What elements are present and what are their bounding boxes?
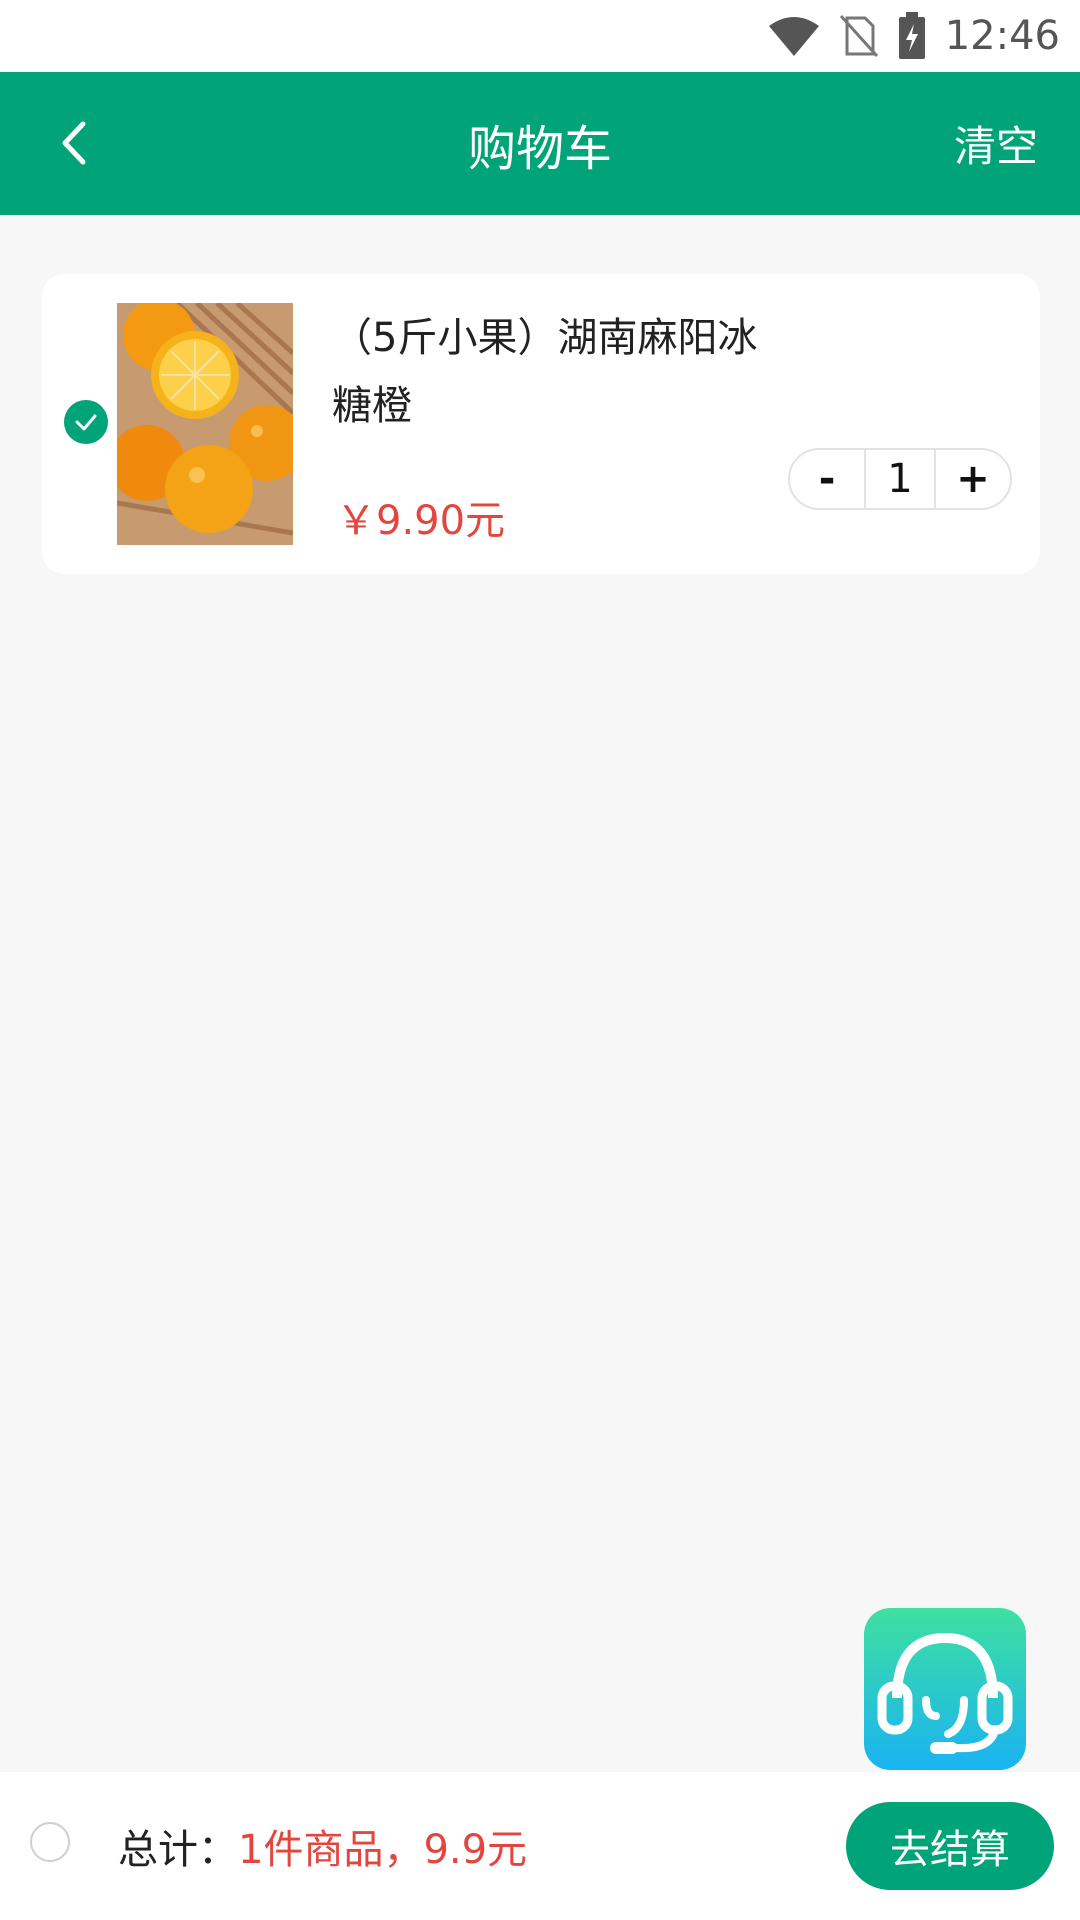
customer-service-icon (864, 1608, 1026, 1770)
quantity-value[interactable]: 1 (864, 450, 936, 508)
customer-service-button[interactable] (864, 1608, 1026, 1770)
clear-cart-button[interactable]: 清空 (954, 72, 1038, 215)
status-icons: 12:46 (767, 0, 1060, 72)
quantity-stepper: - 1 + (788, 448, 1012, 510)
status-time: 12:46 (944, 13, 1060, 59)
select-all-checkbox[interactable] (30, 1822, 70, 1862)
back-arrow-icon (62, 121, 86, 165)
product-name[interactable]: （5斤小果）湖南麻阳冰糖橙 (332, 304, 792, 440)
page-title: 购物车 (467, 120, 612, 177)
app-header: 购物车 清空 (0, 72, 1080, 215)
check-icon (75, 414, 97, 431)
battery-charging-icon (898, 12, 925, 59)
bottom-checkout-bar: 总计： 1件商品，9.9元 去结算 (0, 1772, 1080, 1920)
status-bar: 12:46 (0, 0, 1080, 72)
back-button[interactable] (40, 108, 110, 178)
item-select-checkbox[interactable] (64, 400, 108, 444)
product-price: ￥9.90元 (336, 498, 506, 544)
decrease-quantity-button[interactable]: - (790, 450, 864, 508)
checkout-button[interactable]: 去结算 (846, 1802, 1054, 1890)
increase-quantity-button[interactable]: + (936, 450, 1010, 508)
no-sim-icon (839, 14, 878, 58)
total-value: 1件商品，9.9元 (238, 1827, 528, 1873)
wifi-icon (768, 17, 819, 56)
total-label: 总计： (118, 1827, 238, 1873)
cart-total: 总计： 1件商品，9.9元 (118, 1772, 527, 1920)
product-image[interactable] (117, 303, 293, 545)
cart-item: （5斤小果）湖南麻阳冰糖橙 ￥9.90元 - 1 + (42, 274, 1040, 574)
